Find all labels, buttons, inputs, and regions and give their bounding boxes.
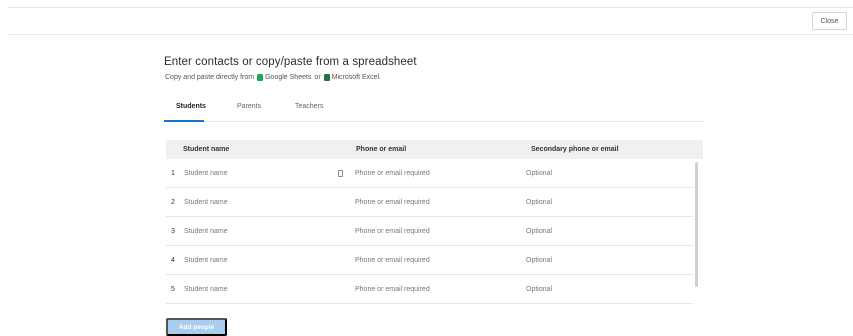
add-people-button[interactable]: Add people bbox=[166, 318, 227, 336]
page-subtitle: Copy and paste directly from Google Shee… bbox=[165, 74, 381, 81]
header-divider bbox=[8, 34, 853, 35]
secondary-field[interactable]: Optional bbox=[526, 228, 552, 235]
row-number: 3 bbox=[171, 228, 175, 235]
subtitle-prefix: Copy and paste directly from bbox=[165, 74, 255, 81]
table-row: 4 Student name Phone or email required O… bbox=[166, 246, 693, 275]
table-row: 3 Student name Phone or email required O… bbox=[166, 217, 693, 246]
phone-email-field[interactable]: Phone or email required bbox=[355, 228, 430, 235]
phone-email-field[interactable]: Phone or email required bbox=[355, 170, 430, 177]
table-header: Student name Phone or email Secondary ph… bbox=[166, 140, 703, 159]
tab-teachers[interactable]: Teachers bbox=[295, 103, 323, 110]
page-title: Enter contacts or copy/paste from a spre… bbox=[164, 56, 417, 68]
top-divider bbox=[8, 7, 853, 8]
secondary-field[interactable]: Optional bbox=[526, 286, 552, 293]
contact-type-tabs: Students Parents Teachers bbox=[164, 101, 703, 122]
secondary-field[interactable]: Optional bbox=[526, 199, 552, 206]
row-number: 4 bbox=[171, 257, 175, 264]
table-row: 1 Student name Phone or email required O… bbox=[166, 159, 693, 188]
row-number: 5 bbox=[171, 286, 175, 293]
student-name-field[interactable]: Student name bbox=[184, 170, 228, 177]
row-number: 1 bbox=[171, 170, 175, 177]
student-name-field[interactable]: Student name bbox=[184, 257, 228, 264]
active-tab-indicator bbox=[164, 120, 204, 122]
table-scrollbar[interactable] bbox=[694, 159, 700, 300]
student-name-field[interactable]: Student name bbox=[184, 199, 228, 206]
phone-email-field[interactable]: Phone or email required bbox=[355, 257, 430, 264]
scrollbar-thumb[interactable] bbox=[695, 162, 698, 287]
phone-email-field[interactable]: Phone or email required bbox=[355, 199, 430, 206]
secondary-field[interactable]: Optional bbox=[526, 257, 552, 264]
close-button[interactable]: Close bbox=[812, 12, 847, 30]
google-sheets-icon bbox=[257, 74, 264, 81]
contacts-table: Student name Phone or email Secondary ph… bbox=[166, 140, 703, 304]
excel-label: Microsoft Excel. bbox=[331, 74, 382, 81]
phone-email-field[interactable]: Phone or email required bbox=[355, 286, 430, 293]
column-header-student-name: Student name bbox=[183, 146, 230, 153]
paste-icon[interactable] bbox=[338, 170, 343, 177]
or-text: or bbox=[314, 74, 321, 81]
tab-parents[interactable]: Parents bbox=[237, 103, 261, 110]
table-row: 2 Student name Phone or email required O… bbox=[166, 188, 693, 217]
column-header-phone-email: Phone or email bbox=[356, 146, 407, 153]
student-name-field[interactable]: Student name bbox=[184, 228, 228, 235]
excel-icon bbox=[323, 74, 330, 81]
row-number: 2 bbox=[171, 199, 175, 206]
tab-students[interactable]: Students bbox=[176, 103, 206, 110]
table-row: 5 Student name Phone or email required O… bbox=[166, 275, 693, 304]
column-header-secondary: Secondary phone or email bbox=[531, 146, 619, 153]
sheets-label: Google Sheets bbox=[265, 74, 312, 81]
secondary-field[interactable]: Optional bbox=[526, 170, 552, 177]
student-name-field[interactable]: Student name bbox=[184, 286, 228, 293]
